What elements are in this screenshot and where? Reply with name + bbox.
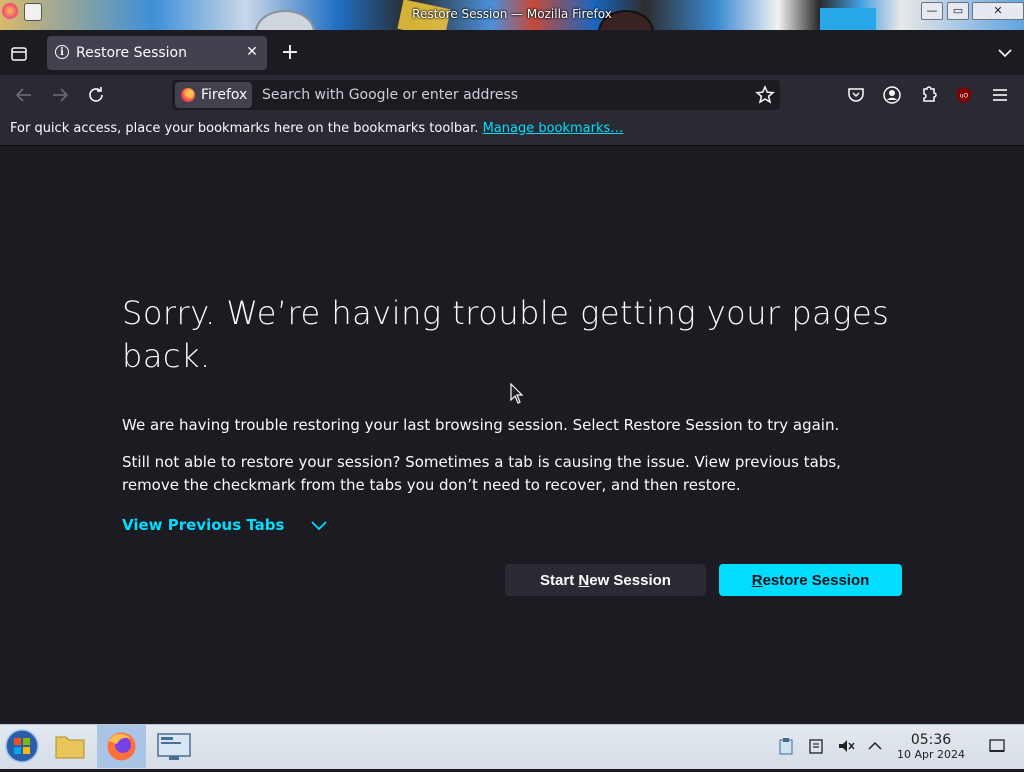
maximize-button[interactable]: ▭ xyxy=(947,2,969,20)
reload-icon[interactable] xyxy=(84,83,108,107)
volume-muted-icon[interactable] xyxy=(837,737,855,755)
taskbar-terminal[interactable] xyxy=(152,725,196,768)
ublock-origin-icon[interactable]: uO xyxy=(952,83,976,107)
restore-session-button[interactable]: Restore Session xyxy=(719,564,902,596)
clipboard-icon[interactable] xyxy=(777,737,795,755)
minimize-button[interactable]: — xyxy=(921,2,943,20)
address-input[interactable] xyxy=(262,82,742,108)
start-menu-icon[interactable] xyxy=(4,728,40,764)
info-icon: i xyxy=(55,45,69,59)
folder-icon xyxy=(55,736,85,759)
firefox-icon xyxy=(107,732,136,761)
notes-icon[interactable] xyxy=(807,737,825,755)
restore-label-post: estore Session xyxy=(762,572,870,589)
mouse-cursor-icon xyxy=(510,383,524,404)
chevron-up-icon[interactable] xyxy=(866,737,884,755)
start-new-label-post: ew Session xyxy=(589,572,671,589)
hamburger-menu-icon[interactable] xyxy=(988,83,1012,107)
tab-title: Restore Session xyxy=(76,45,187,61)
back-icon[interactable] xyxy=(12,83,36,107)
forward-icon[interactable] xyxy=(48,83,72,107)
restore-accesskey: R xyxy=(751,572,763,589)
window-title: Restore Session — Mozilla Firefox xyxy=(412,7,612,21)
clock-date[interactable]: 10 Apr 2024 xyxy=(889,748,973,761)
pocket-icon[interactable] xyxy=(844,83,868,107)
firefox-view-icon[interactable] xyxy=(8,43,30,65)
page-title: Sorry. We’re having trouble getting your… xyxy=(122,294,890,375)
close-window-button[interactable]: ✕ xyxy=(972,2,1024,20)
identity-label: Firefox xyxy=(201,87,248,103)
firefox-logo-icon xyxy=(181,88,195,102)
taskbar-firefox[interactable] xyxy=(97,725,146,768)
bookmark-star-icon[interactable] xyxy=(753,83,777,107)
account-icon[interactable] xyxy=(880,83,904,107)
extensions-icon[interactable] xyxy=(916,83,940,107)
bookmarks-hint-text: For quick access, place your bookmarks h… xyxy=(10,121,483,136)
start-new-accesskey: N xyxy=(578,572,590,589)
manage-bookmarks-link[interactable]: Manage bookmarks… xyxy=(483,121,624,136)
chevron-down-icon[interactable] xyxy=(310,518,328,532)
show-desktop-icon[interactable] xyxy=(988,737,1006,755)
start-new-session-button[interactable]: Start New Session xyxy=(505,564,706,596)
close-icon[interactable]: ✕ xyxy=(243,43,261,61)
start-new-label-pre: Start xyxy=(540,572,579,589)
restore-help-text: Still not able to restore your session? … xyxy=(122,453,841,494)
clock-time[interactable]: 05:36 xyxy=(895,732,967,748)
new-tab-button[interactable]: + xyxy=(279,42,301,64)
chevron-down-icon[interactable] xyxy=(994,42,1016,64)
taskbar-file-manager[interactable] xyxy=(48,725,92,768)
restore-description: We are having trouble restoring your las… xyxy=(122,416,840,434)
monitor-icon xyxy=(157,733,191,760)
svg-text:uO: uO xyxy=(960,93,969,100)
view-previous-tabs-button[interactable]: View Previous Tabs xyxy=(122,516,284,534)
bookmarks-hint: For quick access, place your bookmarks h… xyxy=(10,121,623,136)
